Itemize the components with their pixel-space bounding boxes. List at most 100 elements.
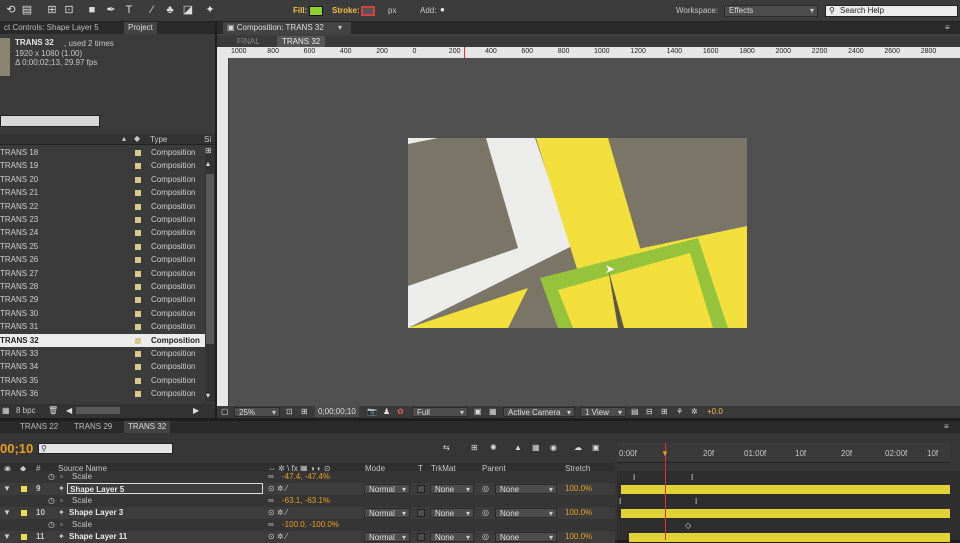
color-channel-icon[interactable]: ✿ [397,407,404,416]
composition-viewer[interactable]: ➤ [229,58,960,406]
rotation-tool-icon[interactable]: ⟲ [4,3,18,17]
trash-icon[interactable]: 🗑 [48,406,58,415]
layer-switches-icon[interactable]: ⊙ ✲ ⁄ [268,507,287,519]
timeline-panel-menu-icon[interactable]: ≡ [944,421,949,433]
project-list-item[interactable]: TRANS 31 Composition [0,320,205,333]
tab-effect-controls[interactable]: ct Controls: Shape Layer 5 [0,22,103,34]
label-color-swatch[interactable] [135,203,141,210]
expand-triangle-icon[interactable]: ▼ [3,531,11,543]
brainstorm-icon[interactable]: ☁ [574,443,582,452]
playhead-icon[interactable]: ▼ [661,449,669,458]
layer-label-swatch[interactable] [21,534,27,540]
project-list-item[interactable]: TRANS 35 Composition [0,374,205,387]
project-list-item[interactable]: TRANS 26 Composition [0,253,205,266]
tab-trans-29[interactable]: TRANS 29 [70,421,116,433]
project-list-item[interactable]: TRANS 24 Composition [0,226,205,239]
label-color-swatch[interactable] [135,150,141,156]
fast-previews-icon[interactable]: ⊟ [646,407,653,416]
eraser-tool-icon[interactable]: ◪ [181,3,195,17]
project-list-item[interactable]: TRANS 28 Composition [0,280,205,293]
layer-switches-icon[interactable]: ⊙ ✲ ⁄ [268,483,287,495]
rectangle-tool-icon[interactable]: ■ [85,3,99,17]
stretch-value[interactable]: 100.0% [565,507,592,519]
project-list-item[interactable]: TRANS 27 Composition [0,267,205,280]
project-list-item[interactable]: TRANS 29 Composition [0,293,205,306]
search-help-input[interactable]: ⚲ Search Help [825,5,958,17]
label-color-swatch[interactable] [135,243,141,250]
layer-row[interactable]: ▼ 9 ✦Shape Layer 5 ⊙ ✲ ⁄ Normal None ◎ None 100.… [0,483,615,495]
layer-name[interactable]: Shape Layer 11 [67,531,263,542]
transparency-grid-icon[interactable]: ▦ [489,407,497,416]
sort-chevron-icon[interactable]: ▴ [122,134,126,143]
link-icon[interactable]: ∞ [268,519,274,531]
label-color-swatch[interactable] [135,337,141,344]
interpret-footage-icon[interactable]: ▦ [2,406,10,415]
keyframe-icon[interactable]: I [691,473,693,482]
label-color-swatch[interactable] [135,230,141,237]
resolution-select[interactable]: Full [412,407,468,418]
keyframe-diamond-icon[interactable]: ◇ [685,521,691,530]
flowchart-view-icon[interactable]: ⚘ [676,407,683,416]
label-tag-icon[interactable]: ◆ [134,134,140,143]
label-color-swatch[interactable] [135,310,141,317]
property-row[interactable]: ◷ ▫ Scale ∞ -47.4, -47.4% [0,471,615,483]
label-color-swatch[interactable] [135,217,141,223]
pen-tool-icon[interactable]: ✒ [104,3,118,17]
blend-mode-select[interactable]: Normal [364,532,410,543]
chevron-down-icon[interactable]: ▾ [338,22,342,34]
tab-composition[interactable]: ▣ Composition: TRANS 32 [223,22,351,34]
layer-11-bar[interactable] [629,533,950,542]
scroll-thumb[interactable] [206,174,214,344]
workspace-select[interactable]: Effects [724,5,818,17]
stopwatch-icon[interactable]: ◷ [48,519,55,531]
pixel-aspect-icon[interactable]: ▤ [631,407,639,416]
label-color-swatch[interactable] [135,377,141,384]
scroll-left-icon[interactable]: ◀ [66,406,72,415]
composition-frame[interactable]: ➤ [408,138,747,328]
expand-triangle-icon[interactable]: ▼ [3,507,11,519]
project-list-item[interactable]: TRANS 20 Composition [0,173,205,186]
link-icon[interactable]: ∞ [268,495,274,507]
show-snapshot-icon[interactable]: ♟ [383,407,390,416]
project-list-item[interactable]: TRANS 33 Composition [0,347,205,360]
trkmat-select[interactable]: None [430,508,474,519]
layer-row[interactable]: ▼ 11 ✦Shape Layer 11 ⊙ ✲ ⁄ Normal None ◎ None 10… [0,531,615,543]
region-of-interest-icon[interactable]: ▣ [474,407,482,416]
always-preview-icon[interactable]: ▢ [221,407,229,416]
layer-switches-icon[interactable]: ⊙ ✲ ⁄ [268,531,287,543]
project-list-item[interactable]: TRANS 23 Composition [0,213,205,226]
parent-select[interactable]: None [495,484,557,495]
project-list-item[interactable]: TRANS 19 Composition [0,159,205,172]
layer-row[interactable]: ▼ 10 ✦Shape Layer 3 ⊙ ✲ ⁄ Normal None ◎ None 100… [0,507,615,519]
keyframe-icon[interactable]: I [695,497,697,506]
timeline-search-input[interactable]: ⚲ [38,443,173,454]
preserve-transparency-checkbox[interactable] [417,509,425,517]
tab-trans-22[interactable]: TRANS 22 [16,421,62,433]
label-color-swatch[interactable] [135,391,141,398]
preserve-transparency-checkbox[interactable] [417,485,425,493]
clone-stamp-tool-icon[interactable]: ♣ [163,3,177,17]
timeline-timecode[interactable]: 00;10 [0,441,33,456]
frame-blending-icon[interactable]: ▦ [532,443,540,452]
pan-behind-tool-icon[interactable]: ⊞ [45,3,59,17]
project-list-item[interactable]: TRANS 34 Composition [0,360,205,373]
column-type[interactable]: Type [150,135,167,144]
blend-mode-select[interactable]: Normal [364,484,410,495]
live-update-icon[interactable]: ⊞ [471,443,478,452]
project-list-item[interactable]: TRANS 32 Composition [0,333,205,347]
pickwhip-icon[interactable]: ◎ [482,507,489,519]
layer-9-bar[interactable] [621,485,950,494]
trkmat-select[interactable]: None [430,484,474,495]
parent-select[interactable]: None [495,508,557,519]
label-color-swatch[interactable] [135,297,141,304]
property-row[interactable]: ◷ ▫ Scale ∞ -100.0, -100.0% [0,519,615,531]
keyframe-icon[interactable]: I [619,497,621,506]
property-value[interactable]: -100.0, -100.0% [282,519,339,531]
column-size[interactable]: Si [204,135,211,144]
project-list-item[interactable]: TRANS 22 Composition [0,200,205,213]
camera-select[interactable]: Active Camera [503,407,575,418]
label-color-swatch[interactable] [135,190,141,197]
label-color-swatch[interactable] [135,351,141,357]
stroke-swatch[interactable] [361,6,375,16]
label-color-swatch[interactable] [135,257,141,264]
